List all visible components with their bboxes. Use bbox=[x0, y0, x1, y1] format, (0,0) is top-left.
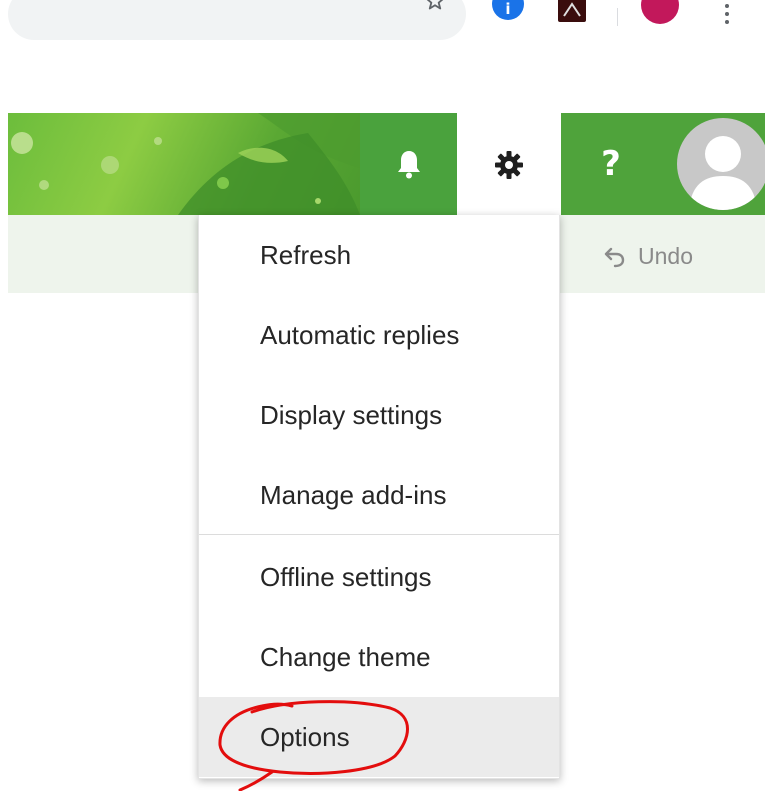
chrome-menu-icon[interactable] bbox=[722, 4, 732, 26]
settings-button[interactable] bbox=[457, 113, 561, 215]
menu-item-label: Display settings bbox=[260, 399, 443, 430]
notifications-button[interactable] bbox=[360, 113, 457, 215]
menu-item-offline-settings[interactable]: Offline settings bbox=[199, 537, 559, 617]
settings-menu: Refresh Automatic replies Display settin… bbox=[198, 215, 560, 779]
menu-item-label: Options bbox=[260, 721, 350, 752]
pdf-glyph-icon bbox=[563, 2, 581, 17]
bookmark-star-icon[interactable] bbox=[424, 0, 446, 12]
menu-item-label: Change theme bbox=[260, 641, 431, 672]
profile-avatar-icon[interactable] bbox=[641, 0, 679, 24]
undo-icon bbox=[604, 247, 625, 267]
menu-item-label: Refresh bbox=[260, 239, 352, 270]
browser-toolbar: i bbox=[0, 0, 765, 60]
menu-item-display-settings[interactable]: Display settings bbox=[199, 375, 559, 455]
menu-item-manage-add-ins[interactable]: Manage add-ins bbox=[199, 455, 559, 535]
toolbar-divider bbox=[617, 8, 618, 26]
menu-item-refresh[interactable]: Refresh bbox=[199, 215, 559, 295]
help-button[interactable]: ? bbox=[561, 113, 661, 215]
menu-item-options[interactable]: Options bbox=[199, 697, 559, 777]
undo-button[interactable]: Undo bbox=[604, 243, 693, 270]
theme-banner bbox=[8, 113, 360, 215]
user-avatar[interactable] bbox=[677, 118, 765, 210]
menu-item-change-theme[interactable]: Change theme bbox=[199, 617, 559, 697]
undo-label: Undo bbox=[638, 243, 693, 269]
app-header: ? bbox=[8, 113, 765, 215]
menu-divider bbox=[199, 534, 559, 535]
extension-blue-icon[interactable]: i bbox=[492, 0, 524, 20]
menu-item-automatic-replies[interactable]: Automatic replies bbox=[199, 295, 559, 375]
banner-splash-art bbox=[11, 113, 360, 215]
extension-pdf-icon[interactable] bbox=[558, 0, 586, 22]
menu-item-label: Offline settings bbox=[260, 561, 432, 592]
settings-gear-icon bbox=[495, 151, 523, 179]
notifications-bell-icon bbox=[397, 151, 420, 179]
extension-blue-letter: i bbox=[505, 0, 511, 18]
menu-item-label: Manage add-ins bbox=[260, 479, 447, 510]
address-bar[interactable] bbox=[8, 0, 466, 40]
menu-item-label: Automatic replies bbox=[260, 319, 460, 350]
help-icon: ? bbox=[601, 144, 621, 184]
person-silhouette-icon bbox=[689, 136, 757, 210]
